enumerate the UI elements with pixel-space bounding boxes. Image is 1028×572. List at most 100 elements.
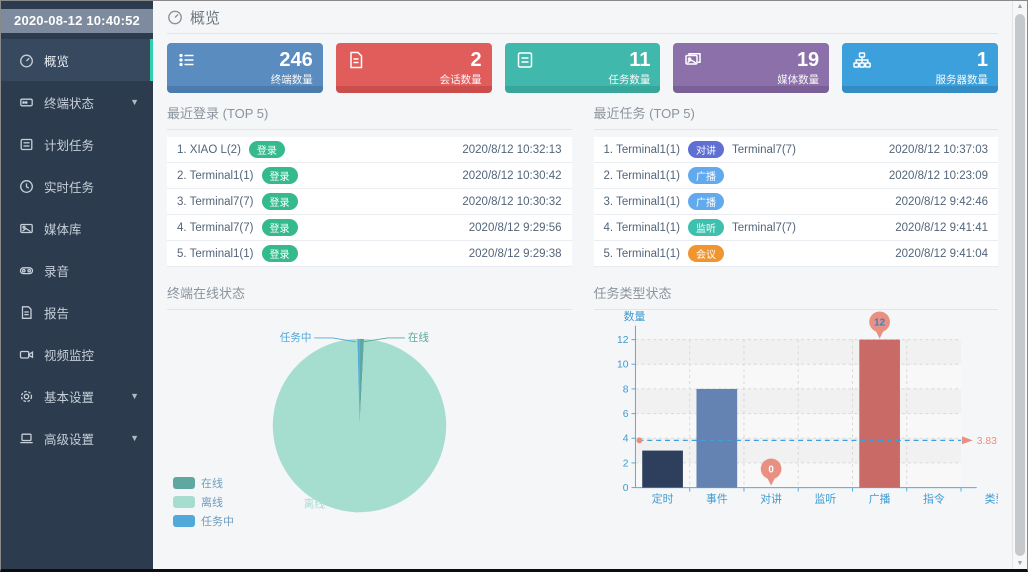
card-server-count[interactable]: 1 服务器数量 [842, 43, 998, 93]
legend-label: 在线 [201, 475, 223, 491]
task-type-badge: 对讲 [688, 141, 724, 158]
terminal-status-icon [19, 95, 34, 110]
sidebar-item-overview[interactable]: 概览 [1, 39, 153, 81]
sidebar-item-label: 计划任务 [44, 135, 94, 154]
task-list-icon [515, 50, 535, 70]
pie-legend: 在线 离线 任务中 [173, 472, 234, 529]
bar-chart: 024681012定时事件对讲监听广播指令数量类型3.83120 [594, 310, 999, 539]
card-value: 2 [440, 50, 482, 70]
login-name: 3. Terminal7(7) [177, 196, 254, 208]
scroll-down-arrow[interactable]: ▼ [1013, 560, 1027, 567]
legend-item-in-task[interactable]: 任务中 [173, 513, 234, 529]
sidebar-item-reports[interactable]: 报告 [1, 291, 153, 333]
task-source: 2. Terminal1(1) [604, 170, 681, 182]
svg-text:2: 2 [622, 458, 628, 469]
task-target: Terminal7(7) [732, 222, 796, 234]
svg-text:定时: 定时 [651, 491, 673, 505]
task-source: 3. Terminal1(1) [604, 196, 681, 208]
login-name: 4. Terminal7(7) [177, 222, 254, 234]
recent-logins-panel: 最近登录 (TOP 5) 1. XIAO L(2) 登录 2020/8/12 1… [167, 93, 572, 267]
legend-swatch [173, 496, 195, 508]
login-row: 4. Terminal7(7) 登录 2020/8/12 9:29:56 [167, 215, 572, 241]
task-source: 5. Terminal1(1) [604, 248, 681, 260]
svg-text:监听: 监听 [814, 492, 836, 505]
task-type-badge: 监听 [688, 219, 724, 236]
legend-label: 任务中 [201, 513, 234, 529]
sitemap-icon [852, 50, 872, 70]
svg-text:10: 10 [617, 360, 629, 371]
svg-text:0: 0 [622, 483, 628, 494]
bar-chart-svg: 024681012定时事件对讲监听广播指令数量类型3.83120 [594, 310, 999, 539]
card-label: 会话数量 [440, 72, 482, 87]
scroll-up-arrow[interactable]: ▲ [1013, 3, 1027, 10]
task-type-chart-panel: 任务类型状态 024681012定时事件对讲监听广播指令数量类型3.83120 [594, 273, 999, 539]
sidebar-item-planned-tasks[interactable]: 计划任务 [1, 123, 153, 165]
task-row: 2. Terminal1(1) 广播 2020/8/12 10:23:09 [594, 163, 999, 189]
sidebar-clock: 2020-08-12 10:40:52 [1, 9, 153, 33]
task-row: 5. Terminal1(1) 会议 2020/8/12 9:41:04 [594, 241, 999, 267]
sidebar-item-label: 概览 [44, 51, 69, 70]
svg-text:在线: 在线 [408, 331, 430, 344]
sidebar-item-realtime-tasks[interactable]: 实时任务 [1, 165, 153, 207]
section-title-recent-logins: 最近登录 (TOP 5) [167, 93, 572, 130]
legend-swatch [173, 477, 195, 489]
legend-item-online[interactable]: 在线 [173, 475, 234, 491]
vertical-scrollbar[interactable]: ▲ ▼ [1012, 1, 1027, 569]
sidebar-item-media-library[interactable]: 媒体库 [1, 207, 153, 249]
video-camera-icon [19, 347, 34, 362]
sidebar-item-advanced-settings[interactable]: 高级设置 ▼ [1, 417, 153, 459]
card-media-count[interactable]: 19 媒体数量 [673, 43, 829, 93]
svg-text:4: 4 [622, 434, 628, 445]
gauge-icon [19, 53, 34, 68]
task-time: 2020/8/12 10:23:09 [889, 170, 988, 182]
svg-text:类型: 类型 [984, 491, 998, 505]
section-title-recent-tasks: 最近任务 (TOP 5) [594, 93, 999, 130]
gauge-icon [167, 9, 183, 25]
card-terminal-count[interactable]: 246 终端数量 [167, 43, 323, 93]
task-type-badge: 会议 [688, 245, 724, 262]
task-time: 2020/8/12 9:41:41 [895, 222, 988, 234]
svg-text:离线: 离线 [304, 497, 326, 510]
task-source: 1. Terminal1(1) [604, 144, 681, 156]
task-row: 1. Terminal1(1) 对讲 Terminal7(7) 2020/8/1… [594, 137, 999, 163]
sidebar-item-label: 视频监控 [44, 345, 94, 364]
login-name: 2. Terminal1(1) [177, 170, 254, 182]
sidebar-item-label: 实时任务 [44, 177, 94, 196]
sidebar-item-label: 录音 [44, 261, 69, 280]
sidebar-item-video-monitor[interactable]: 视频监控 [1, 333, 153, 375]
svg-text:8: 8 [622, 384, 628, 395]
svg-text:12: 12 [617, 335, 629, 346]
file-icon [346, 50, 366, 70]
card-task-count[interactable]: 11 任务数量 [505, 43, 661, 93]
recent-tasks-panel: 最近任务 (TOP 5) 1. Terminal1(1) 对讲 Terminal… [594, 93, 999, 267]
task-row: 3. Terminal1(1) 广播 2020/8/12 9:42:46 [594, 189, 999, 215]
chevron-down-icon[interactable]: ▼ [130, 97, 139, 107]
card-session-count[interactable]: 2 会话数量 [336, 43, 492, 93]
recording-icon [19, 263, 34, 278]
sidebar-item-label: 基本设置 [44, 387, 94, 406]
app-window: 2020-08-12 10:40:52 概览 终端状态 ▼ 计划任务 实时任务 [0, 0, 1028, 572]
sidebar: 2020-08-12 10:40:52 概览 终端状态 ▼ 计划任务 实时任务 [1, 1, 153, 569]
scrollbar-thumb[interactable] [1015, 14, 1025, 556]
sidebar-item-basic-settings[interactable]: 基本设置 ▼ [1, 375, 153, 417]
legend-item-offline[interactable]: 离线 [173, 494, 234, 510]
task-time: 2020/8/12 10:37:03 [889, 144, 988, 156]
svg-text:广播: 广播 [868, 491, 890, 505]
stat-cards: 246 终端数量 2 会话数量 11 任务数量 19 媒体数量 [167, 43, 998, 93]
card-label: 媒体数量 [777, 72, 819, 87]
chevron-down-icon[interactable]: ▼ [130, 433, 139, 443]
chevron-down-icon[interactable]: ▼ [130, 391, 139, 401]
legend-label: 离线 [201, 494, 223, 510]
login-time: 2020/8/12 9:29:56 [469, 222, 562, 234]
task-type-badge: 广播 [688, 193, 724, 210]
sidebar-item-recordings[interactable]: 录音 [1, 249, 153, 291]
status-badge: 登录 [249, 141, 285, 158]
login-name: 1. XIAO L(2) [177, 144, 241, 156]
svg-text:任务中: 任务中 [280, 331, 312, 344]
sidebar-item-terminal-status[interactable]: 终端状态 ▼ [1, 81, 153, 123]
card-value: 11 [608, 50, 650, 70]
status-badge: 登录 [262, 167, 298, 184]
svg-text:6: 6 [622, 409, 628, 420]
laptop-icon [19, 431, 34, 446]
card-value: 246 [271, 50, 313, 70]
